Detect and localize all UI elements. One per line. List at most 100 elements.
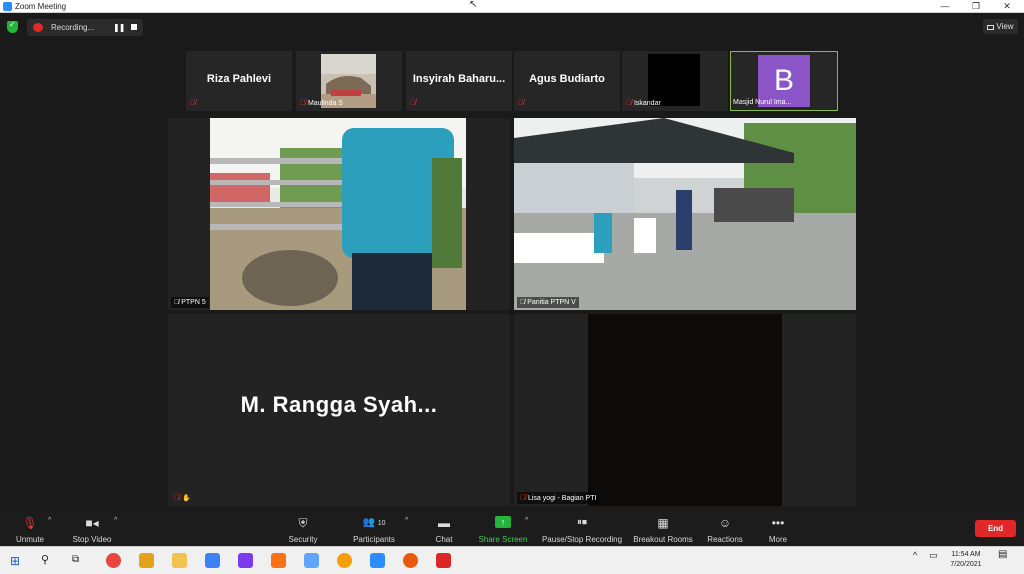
microphone-muted-icon: 🎙 — [22, 516, 38, 530]
maximize-button[interactable]: ❐ — [961, 0, 991, 13]
app-icon-purple[interactable] — [238, 553, 253, 568]
stop-video-button[interactable]: ■◂ Stop Video — [66, 510, 118, 546]
pause-stop-recording-button[interactable]: ⏸⏹ Pause/Stop Recording — [540, 510, 624, 546]
participant-label-name: PTPN 5 — [181, 299, 206, 306]
recording-dot-icon — [33, 23, 43, 32]
participant-label-name: Lisa yogi - Bagian PTI — [527, 495, 597, 502]
participants-caret-icon[interactable]: ^ — [405, 517, 408, 524]
notifications-icon[interactable]: ▤ — [998, 550, 1007, 560]
more-button[interactable]: ••• More — [762, 510, 794, 546]
chat-button[interactable]: ▬ Chat — [428, 510, 460, 546]
minimize-button[interactable]: — — [930, 0, 960, 13]
clock-time: 11:54 AM — [951, 551, 981, 558]
unmute-label: Unmute — [15, 535, 44, 544]
security-shield-icon[interactable] — [7, 20, 18, 33]
xampp-icon[interactable] — [271, 553, 286, 568]
view-button[interactable]: View — [983, 19, 1018, 34]
mouse-cursor-icon: ↖ — [469, 0, 478, 10]
zoom-taskbar-icon[interactable] — [370, 553, 385, 568]
tray-chevron-icon[interactable]: ^ — [913, 550, 917, 560]
participant-thumbnail[interactable]: 🎙̸ Iskandar — [622, 51, 728, 111]
participant-thumbnail-active[interactable]: B Masjid Nurul Ima... — [730, 51, 838, 111]
close-window-button[interactable]: ✕ — [992, 0, 1022, 13]
participants-icon: 👥 10 — [362, 517, 386, 528]
participant-tag-name: Maulinda S — [307, 100, 343, 107]
participant-tag-name: Iskandar — [633, 100, 661, 107]
participant-thumbnail[interactable]: Insyirah Baharu... 🎙̸ — [406, 51, 512, 111]
video-tile[interactable]: 🎙̸ Panitia PTPN V — [514, 118, 856, 310]
network-icon[interactable]: ▭ — [929, 550, 938, 560]
pause-recording-icon[interactable]: ❚❚ — [113, 22, 125, 33]
cloud-icon[interactable] — [304, 553, 319, 568]
video-tile[interactable]: M. Rangga Syah... 🎙̸ ✋ — [168, 314, 510, 506]
participant-tag: 🎙̸ Maulinda S — [300, 98, 343, 107]
participant-thumbnail[interactable]: 🎙̸ Maulinda S — [296, 51, 402, 111]
more-label: More — [768, 535, 788, 544]
breakout-rooms-button[interactable]: ▦ Breakout Rooms — [632, 510, 694, 546]
breakout-grid-icon: ▦ — [657, 516, 669, 530]
window-title: Zoom Meeting — [15, 2, 67, 11]
recording-indicator: Recording... ❚❚ — [27, 19, 143, 36]
more-dots-icon: ••• — [771, 516, 785, 530]
recording-label: Recording... — [51, 23, 95, 32]
windows-start-icon[interactable]: ⊞ — [10, 555, 20, 567]
smiley-icon: ☺ — [718, 516, 732, 530]
grid-view-icon — [987, 25, 995, 30]
participant-video — [588, 314, 782, 506]
participant-video — [514, 118, 856, 310]
windows-taskbar: ⊞ ⚲ ⧉ ^ ▭ 11:54 AM 7/20/2021 ▤ — [0, 546, 1024, 574]
translate-icon[interactable] — [205, 553, 220, 568]
participant-label: 🎙̸ PTPN 5 — [171, 297, 209, 308]
pin-icon: ✋ — [181, 495, 191, 502]
file-explorer-icon[interactable] — [172, 553, 187, 568]
participant-thumbnail[interactable]: Agus Budiarto 🎙̸ — [514, 51, 620, 111]
security-label: Security — [288, 535, 318, 544]
zoom-app-icon — [3, 2, 12, 11]
mic-muted-icon: 🎙̸ — [518, 98, 524, 107]
mic-muted-icon: 🎙̸ — [520, 299, 526, 306]
participant-label-name: Panitia PTPN V — [527, 299, 576, 306]
browser-icon[interactable] — [337, 553, 352, 568]
meeting-toolbar: 🎙 Unmute ^ ■◂ Stop Video ^ ⛨ Security 👥 … — [0, 510, 1024, 546]
search-icon[interactable]: ⚲ — [41, 554, 49, 566]
task-view-icon[interactable]: ⧉ — [72, 554, 79, 566]
participants-button[interactable]: 👥 10 Participants — [348, 510, 400, 546]
firefox-icon[interactable] — [403, 553, 418, 568]
participant-label: 🎙̸ Lisa yogi - Bagian PTI — [517, 492, 600, 504]
video-options-caret-icon[interactable]: ^ — [114, 517, 117, 524]
chrome-icon[interactable] — [106, 553, 121, 568]
participant-thumbnail[interactable]: Riza Pahlevi 🎙̸ — [186, 51, 292, 111]
share-screen-icon: ↑ — [495, 516, 511, 528]
mic-muted-icon: 🎙̸ — [190, 98, 196, 107]
share-screen-label: Share Screen — [478, 535, 528, 544]
video-tile[interactable]: 🎙̸ Lisa yogi - Bagian PTI — [514, 314, 856, 506]
participant-name: Insyirah Baharu... — [412, 73, 506, 85]
mic-muted-icon: 🎙̸ — [174, 493, 180, 502]
window-titlebar: Zoom Meeting ↖ — ❐ ✕ — [0, 0, 1024, 13]
slack-icon[interactable] — [139, 553, 154, 568]
participants-count: 10 — [377, 520, 386, 527]
reactions-button[interactable]: ☺ Reactions — [704, 510, 746, 546]
participant-tag: 🎙̸ Iskandar — [626, 98, 661, 107]
clock[interactable]: 11:54 AM 7/20/2021 — [944, 550, 988, 570]
share-options-caret-icon[interactable]: ^ — [525, 517, 528, 524]
stop-recording-icon[interactable] — [131, 24, 137, 30]
mcafee-icon[interactable] — [436, 553, 451, 568]
pause-stop-recording-label: Pause/Stop Recording — [541, 535, 623, 544]
clock-date: 7/20/2021 — [950, 561, 982, 568]
mic-muted-icon: 🎙̸ — [520, 493, 526, 502]
security-button[interactable]: ⛨ Security — [283, 510, 323, 546]
audio-options-caret-icon[interactable]: ^ — [48, 517, 51, 524]
participant-name: Riza Pahlevi — [206, 73, 272, 85]
participant-video — [210, 118, 466, 310]
mic-muted-icon: 🎙̸ — [410, 98, 416, 107]
participant-name: M. Rangga Syah... — [240, 392, 438, 417]
breakout-rooms-label: Breakout Rooms — [633, 535, 693, 544]
chat-bubble-icon: ▬ — [438, 516, 450, 530]
mic-muted-icon: 🎙̸ — [174, 299, 180, 306]
reactions-label: Reactions — [707, 535, 743, 544]
unmute-button[interactable]: 🎙 Unmute — [8, 510, 52, 546]
share-screen-button[interactable]: ↑ Share Screen — [476, 510, 530, 546]
video-tile[interactable]: 🎙̸ PTPN 5 — [168, 118, 510, 310]
end-meeting-button[interactable]: End — [975, 520, 1016, 537]
